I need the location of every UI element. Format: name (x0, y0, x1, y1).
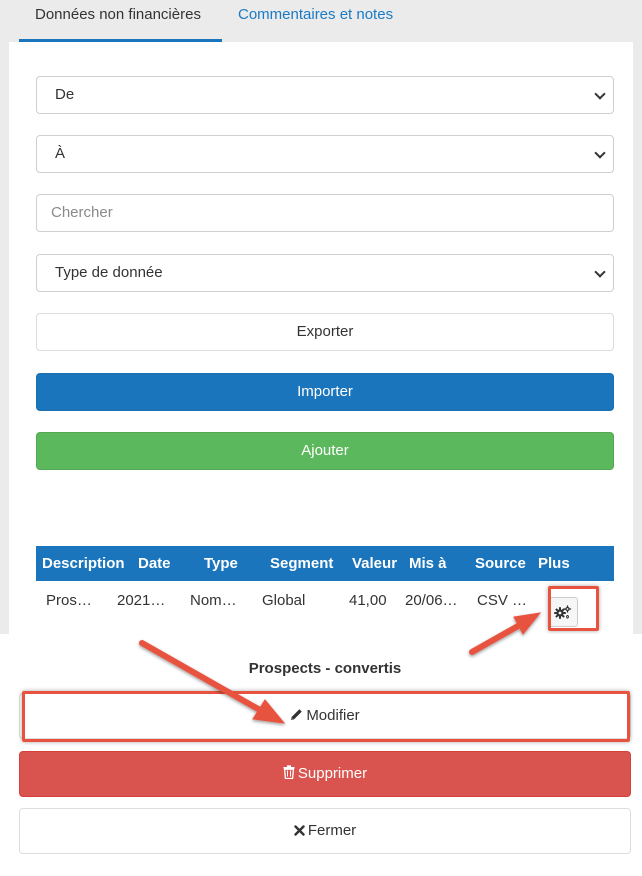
close-button[interactable]: Fermer (19, 808, 631, 854)
cell-segment: Global (262, 592, 306, 609)
header-mis-a[interactable]: Mis à (409, 546, 447, 581)
header-source[interactable]: Source (475, 546, 526, 581)
cell-mis-a: 20/06… (405, 592, 458, 609)
edit-label: Modifier (306, 707, 360, 724)
header-type[interactable]: Type (204, 546, 238, 581)
to-select[interactable]: À (36, 135, 614, 173)
to-select-value: À (55, 145, 66, 162)
search-input[interactable]: Chercher (36, 194, 614, 232)
header-plus: Plus (538, 555, 570, 572)
header-segment[interactable]: Segment (270, 546, 333, 581)
gear-highlight-box (548, 586, 599, 631)
cell-date: 2021… (117, 592, 166, 609)
header-valeur[interactable]: Valeur (352, 546, 397, 581)
from-select[interactable]: De (36, 76, 614, 114)
cell-description: Pros… (46, 592, 92, 609)
header-description[interactable]: Description (42, 546, 125, 581)
delete-button[interactable]: Supprimer (19, 751, 631, 797)
cell-source: CSV … (477, 592, 528, 609)
sheet-title: Prospects - convertis (248, 660, 402, 677)
data-type-select[interactable]: Type de donnée (36, 254, 614, 292)
search-placeholder: Chercher (51, 204, 113, 221)
x-icon (294, 825, 305, 836)
table-header: Description Date Type Segment Valeur Mis… (36, 546, 614, 581)
from-select-value: De (55, 86, 75, 103)
pencil-icon (291, 709, 303, 720)
import-button[interactable]: Importer (36, 373, 614, 411)
tab-commentaires-et-notes[interactable]: Commentaires et notes (238, 0, 393, 42)
actions-sheet: Prospects - convertis Modifier Supprimer… (0, 634, 642, 876)
cell-type: Nom… (190, 592, 237, 609)
trash-icon (283, 765, 295, 780)
add-button[interactable]: Ajouter (36, 432, 614, 470)
header-date[interactable]: Date (138, 546, 171, 581)
delete-label: Supprimer (297, 765, 368, 782)
edit-button[interactable]: Modifier (19, 693, 631, 739)
data-table: Description Date Type Segment Valeur Mis… (36, 546, 614, 633)
table-row[interactable]: Pros… 2021… Nom… Global 41,00 20/06… CSV… (36, 581, 614, 633)
data-type-select-value: Type de donnée (55, 264, 163, 281)
export-button[interactable]: Exporter (36, 313, 614, 351)
close-label: Fermer (307, 822, 357, 839)
tab-bar: Données non financières Commentaires et … (0, 0, 642, 42)
cell-valeur: 41,00 (349, 592, 387, 609)
tab-donnees-non-financieres[interactable]: Données non financières (19, 0, 222, 42)
